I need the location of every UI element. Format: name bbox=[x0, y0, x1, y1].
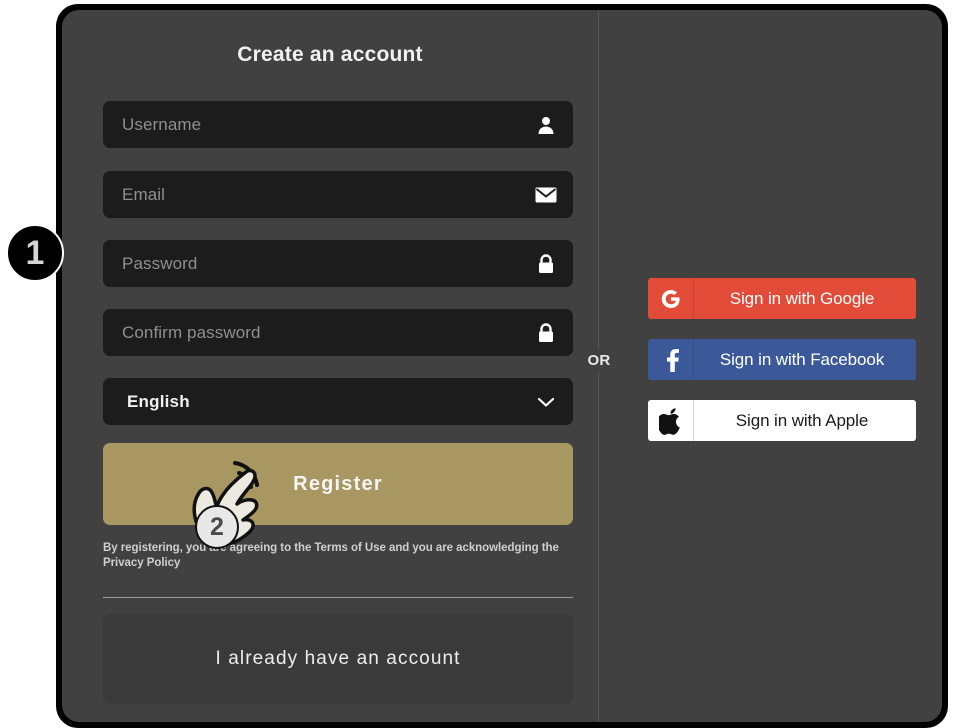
page-title: Create an account bbox=[237, 43, 423, 66]
sign-in-with-apple-label: Sign in with Apple bbox=[735, 410, 869, 430]
confirm-password-input[interactable]: Confirm password bbox=[103, 309, 573, 356]
language-select-value: English bbox=[127, 391, 190, 411]
facebook-f-icon bbox=[648, 339, 694, 380]
lock-icon bbox=[535, 253, 557, 275]
password-input[interactable]: Password bbox=[103, 240, 573, 287]
registration-panel: Create an account Username Email Passwor… bbox=[56, 4, 948, 728]
apple-logo-icon bbox=[648, 400, 694, 441]
social-signin-column: Sign in with Google Sign in with Faceboo… bbox=[598, 10, 942, 722]
username-placeholder: Username bbox=[122, 114, 202, 134]
sign-in-with-google-label: Sign in with Google bbox=[729, 288, 875, 308]
username-input[interactable]: Username bbox=[103, 101, 573, 148]
email-input[interactable]: Email bbox=[103, 171, 573, 218]
person-icon bbox=[535, 114, 557, 136]
confirm-password-placeholder: Confirm password bbox=[122, 322, 261, 342]
existing-account-label: I already have an account bbox=[215, 648, 461, 669]
chevron-down-icon[interactable] bbox=[535, 391, 557, 413]
existing-account-button[interactable]: I already have an account bbox=[103, 614, 573, 704]
sign-in-with-google-button[interactable]: Sign in with Google bbox=[648, 278, 916, 319]
language-select[interactable]: English bbox=[103, 378, 573, 425]
section-divider bbox=[103, 597, 573, 598]
sign-in-with-facebook-label: Sign in with Facebook bbox=[719, 349, 885, 369]
register-button-label: Register bbox=[293, 472, 383, 495]
envelope-icon bbox=[535, 184, 557, 206]
register-button[interactable]: Register bbox=[103, 443, 573, 525]
panel-inner-surface: Create an account Username Email Passwor… bbox=[62, 10, 942, 722]
google-g-icon bbox=[648, 278, 694, 319]
annotation-step-1-marker: 1 bbox=[6, 224, 64, 282]
registration-form-column: Create an account Username Email Passwor… bbox=[62, 10, 598, 722]
lock-icon bbox=[535, 322, 557, 344]
sign-in-with-apple-button[interactable]: Sign in with Apple bbox=[648, 400, 916, 441]
annotation-step-1-label: 1 bbox=[25, 234, 45, 272]
sign-in-with-facebook-button[interactable]: Sign in with Facebook bbox=[648, 339, 916, 380]
password-placeholder: Password bbox=[122, 253, 198, 273]
terms-and-privacy-text: By registering, you are agreeing to the … bbox=[103, 542, 559, 569]
email-placeholder: Email bbox=[122, 184, 166, 204]
